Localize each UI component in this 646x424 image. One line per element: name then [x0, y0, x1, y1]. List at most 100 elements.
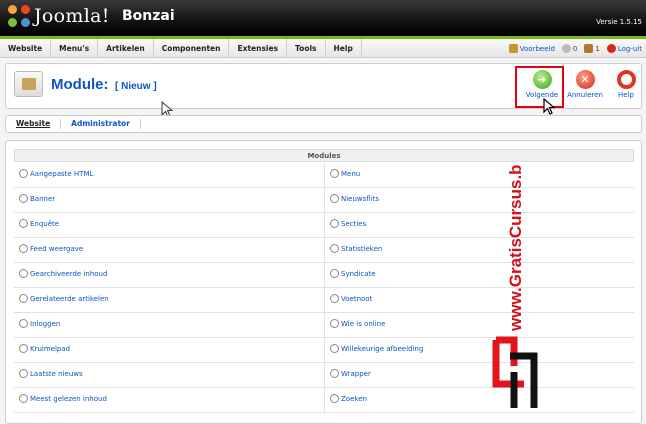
cancel-label: Annuleren: [567, 91, 603, 99]
table-row: Inloggen Wie is online: [14, 313, 634, 338]
module-option[interactable]: Kruimelpad: [19, 344, 70, 353]
messages-link[interactable]: 0: [561, 44, 578, 53]
module-option[interactable]: Laatste nieuws: [19, 369, 83, 378]
radio-button[interactable]: [330, 294, 339, 303]
module-option[interactable]: Gearchiveerde inhoud: [19, 269, 107, 278]
module-link[interactable]: Voetnoot: [341, 295, 372, 303]
module-option[interactable]: Banner: [19, 194, 55, 203]
radio-button[interactable]: [19, 319, 28, 328]
module-link[interactable]: Wie is online: [341, 320, 385, 328]
modules-panel: Modules Aangepaste HTML Menu Banner Nieu…: [5, 140, 642, 424]
module-link[interactable]: Zoeken: [341, 395, 367, 403]
module-option[interactable]: Menu: [330, 169, 360, 178]
radio-button[interactable]: [330, 244, 339, 253]
tab-administrator[interactable]: Administrator: [61, 119, 141, 129]
module-link[interactable]: Statistieken: [341, 245, 382, 253]
top-header: Joomla! Bonzai Versie 1.5.15: [0, 0, 646, 36]
module-link[interactable]: Nieuwsflits: [341, 195, 379, 203]
menu-tools[interactable]: Tools: [287, 39, 326, 58]
page-subtitle: [ Nieuw ]: [115, 81, 157, 92]
radio-button[interactable]: [330, 369, 339, 378]
joomla-logo-icon: [8, 5, 30, 27]
modules-header: Modules: [14, 149, 634, 162]
menu-componenten[interactable]: Componenten: [154, 39, 230, 58]
radio-button[interactable]: [19, 294, 28, 303]
users-link[interactable]: 1: [584, 44, 600, 53]
cursor-icon: [543, 98, 556, 115]
module-link[interactable]: Enquête: [30, 220, 59, 228]
module-option[interactable]: Wrapper: [330, 369, 371, 378]
messages-count: 0: [572, 44, 578, 53]
menu-artikelen[interactable]: Artikelen: [98, 39, 154, 58]
radio-button[interactable]: [19, 219, 28, 228]
logout-label: Log-uit: [617, 44, 642, 53]
table-row: Aangepaste HTML Menu: [14, 163, 634, 188]
menu-extensies[interactable]: Extensies: [229, 39, 288, 58]
menu-website[interactable]: Website: [0, 39, 52, 58]
radio-button[interactable]: [330, 319, 339, 328]
module-link[interactable]: Banner: [30, 195, 55, 203]
module-link[interactable]: Feed weergave: [30, 245, 83, 253]
module-option[interactable]: Secties: [330, 219, 366, 228]
logout-icon: [606, 44, 616, 53]
radio-button[interactable]: [19, 244, 28, 253]
module-option[interactable]: Gerelateerde artikelen: [19, 294, 109, 303]
module-link[interactable]: Meest gelezen inhoud: [30, 395, 107, 403]
module-option[interactable]: Syndicate: [330, 269, 376, 278]
users-icon: [584, 44, 594, 53]
module-option[interactable]: Feed weergave: [19, 244, 83, 253]
table-row: Enquête Secties: [14, 213, 634, 238]
table-row: Feed weergave Statistieken: [14, 238, 634, 263]
module-link[interactable]: Laatste nieuws: [30, 370, 83, 378]
cancel-button[interactable]: ✕ Annuleren: [565, 70, 605, 106]
module-option[interactable]: Voetnoot: [330, 294, 372, 303]
help-button[interactable]: Help: [606, 70, 646, 106]
module-option[interactable]: Meest gelezen inhoud: [19, 394, 107, 403]
module-option[interactable]: Statistieken: [330, 244, 382, 253]
module-link[interactable]: Menu: [341, 170, 360, 178]
tab-website[interactable]: Website: [6, 119, 62, 129]
module-option[interactable]: Enquête: [19, 219, 59, 228]
radio-button[interactable]: [19, 344, 28, 353]
table-row: Gearchiveerde inhoud Syndicate: [14, 263, 634, 288]
site-name: Bonzai: [122, 8, 175, 24]
module-option[interactable]: Inloggen: [19, 319, 60, 328]
radio-button[interactable]: [330, 194, 339, 203]
radio-button[interactable]: [19, 194, 28, 203]
radio-button[interactable]: [19, 269, 28, 278]
client-tabs: Website Administrator: [5, 115, 642, 133]
module-link[interactable]: Wrapper: [341, 370, 371, 378]
radio-button[interactable]: [19, 394, 28, 403]
radio-button[interactable]: [19, 169, 28, 178]
module-option[interactable]: Willekeurige afbeelding: [330, 344, 423, 353]
menu-menus[interactable]: Menu's: [51, 39, 99, 58]
radio-button[interactable]: [330, 219, 339, 228]
preview-link[interactable]: Voorbeeld: [508, 44, 555, 53]
module-option[interactable]: Wie is online: [330, 319, 385, 328]
help-label: Help: [618, 91, 634, 99]
module-link[interactable]: Syndicate: [341, 270, 376, 278]
radio-button[interactable]: [330, 269, 339, 278]
module-link[interactable]: Gearchiveerde inhoud: [30, 270, 107, 278]
module-option[interactable]: Aangepaste HTML: [19, 169, 93, 178]
version-label: Versie 1.5.15: [596, 18, 642, 26]
module-link[interactable]: Inloggen: [30, 320, 60, 328]
module-link[interactable]: Gerelateerde artikelen: [30, 295, 109, 303]
users-count: 1: [595, 44, 600, 53]
preview-icon: [508, 44, 518, 53]
cancel-x-icon: ✕: [575, 70, 595, 89]
radio-button[interactable]: [330, 394, 339, 403]
radio-button[interactable]: [330, 344, 339, 353]
menu-help[interactable]: Help: [326, 39, 362, 58]
logout-link[interactable]: Log-uit: [606, 44, 642, 53]
module-link[interactable]: Aangepaste HTML: [30, 170, 93, 178]
radio-button[interactable]: [330, 169, 339, 178]
module-option[interactable]: Nieuwsflits: [330, 194, 379, 203]
module-link[interactable]: Willekeurige afbeelding: [341, 345, 423, 353]
radio-button[interactable]: [19, 369, 28, 378]
table-row: Banner Nieuwsflits: [14, 188, 634, 213]
module-link[interactable]: Secties: [341, 220, 366, 228]
module-link[interactable]: Kruimelpad: [30, 345, 70, 353]
module-option[interactable]: Zoeken: [330, 394, 367, 403]
logo-text: Joomla!: [34, 5, 110, 27]
